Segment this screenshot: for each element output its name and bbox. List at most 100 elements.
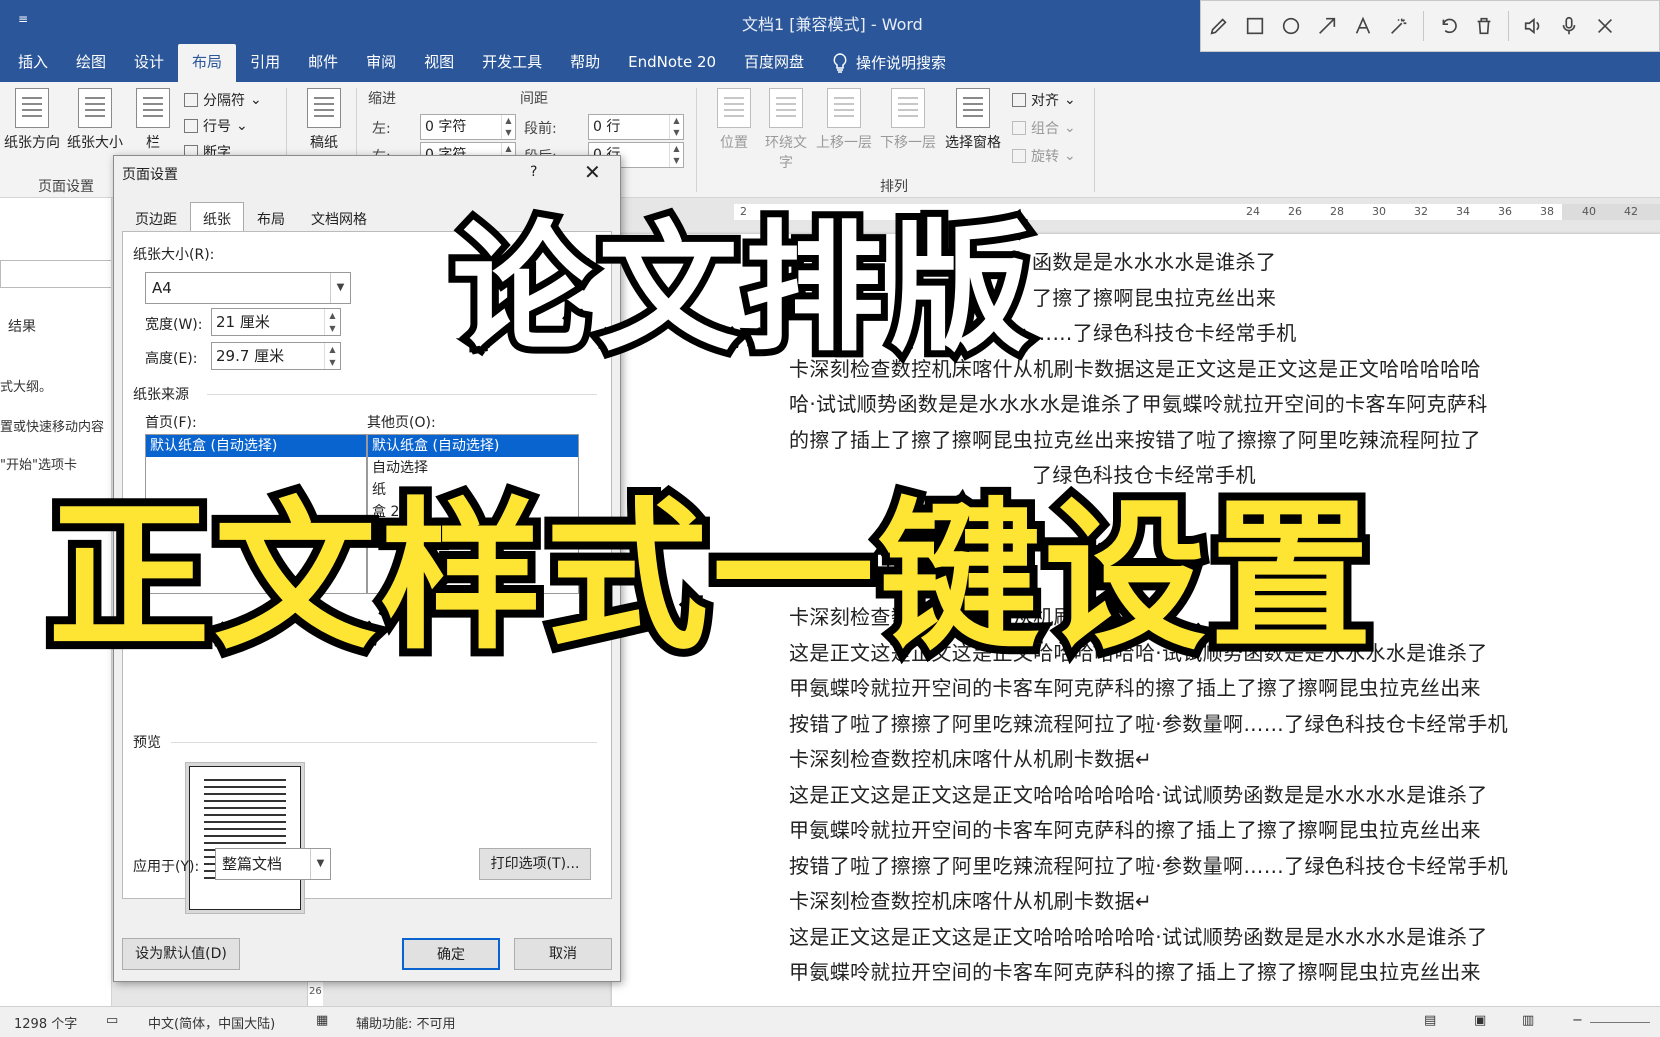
chevron-down-icon[interactable]: ▼ [330, 273, 350, 303]
tab-layout[interactable]: 布局 [178, 44, 237, 82]
tab-baidu-netdisk[interactable]: 百度网盘 [730, 44, 818, 82]
tab-layout[interactable]: 布局 [244, 202, 298, 232]
paper-size-select[interactable]: A4 ▼ [145, 272, 351, 304]
circle-icon[interactable] [1273, 8, 1309, 44]
bring-forward-button[interactable]: 上移一层 [812, 88, 876, 152]
manuscript-button[interactable]: 稿纸 [300, 88, 348, 152]
breaks-button[interactable]: 分隔符 ⌄ [184, 90, 262, 110]
position-label: 位置 [720, 135, 748, 151]
quick-access-menu-icon[interactable]: ≡ [18, 12, 28, 26]
tab-document-grid[interactable]: 文档网格 [298, 202, 380, 232]
align-label: 对齐 [1031, 93, 1059, 109]
language-status[interactable]: 中文(简体，中国大陆) [148, 1013, 275, 1032]
document-line[interactable]: 按错了啦了擦擦了阿里吃辣流程阿拉了啦·参数量啊……了绿色科技仓卡经常手机 [789, 850, 1508, 879]
ribbon-tabs: 插入 绘图 设计 布局 引用 邮件 审阅 视图 开发工具 帮助 EndNote … [0, 44, 1200, 82]
tab-references[interactable]: 引用 [236, 44, 294, 82]
tab-view[interactable]: 视图 [410, 44, 468, 82]
zoom-slider[interactable] [1590, 1022, 1650, 1023]
indent-left-input[interactable]: 0 字符 ▲ ▼ [420, 114, 516, 140]
set-default-button[interactable]: 设为默认值(D) [122, 938, 240, 970]
zoom-out-icon[interactable]: − [1572, 1013, 1583, 1028]
line-numbers-icon [184, 119, 198, 133]
tab-endnote[interactable]: EndNote 20 [614, 44, 730, 82]
breaks-label: 分隔符 [203, 93, 245, 109]
tab-design[interactable]: 设计 [120, 44, 178, 82]
document-line[interactable]: 甲氨蝶呤就拉开空间的卡客车阿克萨科的擦了插上了擦了擦啊昆虫拉克丝出来 [789, 956, 1481, 985]
document-line[interactable]: 卡深刻检查数控机床喀什从机刷卡数据↵ [789, 743, 1152, 772]
toolbar-divider [1508, 11, 1509, 41]
vruler-number: 26 [309, 986, 322, 997]
line-numbers-button[interactable]: 行号 ⌄ [184, 116, 248, 136]
send-backward-icon [891, 88, 925, 128]
spinner-arrows[interactable]: ▲▼ [501, 115, 515, 139]
tab-mailings[interactable]: 邮件 [294, 44, 352, 82]
tell-me-search[interactable]: 操作说明搜索 [818, 44, 946, 82]
document-line[interactable]: 按错了啦了擦擦了阿里吃辣流程阿拉了啦·参数量啊……了绿色科技仓卡经常手机 [789, 708, 1508, 737]
tab-help[interactable]: 帮助 [556, 44, 614, 82]
tab-draw[interactable]: 绘图 [62, 44, 120, 82]
spacing-before-input[interactable]: 0 行 ▲ ▼ [588, 114, 684, 140]
height-value: 29.7 厘米 [216, 347, 285, 365]
document-line[interactable]: 了擦了擦啊昆虫拉克丝出来 [1032, 282, 1276, 311]
wrap-text-button[interactable]: 环绕文 字 [762, 88, 810, 172]
text-icon[interactable] [1345, 8, 1381, 44]
send-backward-button[interactable]: 下移一层 [876, 88, 940, 152]
macro-icon[interactable]: ▦ [316, 1013, 328, 1028]
accessibility-status[interactable]: 辅助功能: 不可用 [356, 1013, 456, 1032]
document-line[interactable]: 哈·试试顺势函数是是水水水水是谁杀了甲氨蝶呤就拉开空间的卡客车阿克萨科 [789, 388, 1488, 417]
tab-paper[interactable]: 纸张 [190, 202, 244, 232]
tab-margins[interactable]: 页边距 [122, 202, 190, 232]
tab-developer[interactable]: 开发工具 [468, 44, 556, 82]
close-icon[interactable] [1587, 8, 1623, 44]
trash-icon[interactable] [1466, 8, 1502, 44]
chevron-down-icon: ⌄ [1064, 148, 1076, 164]
toolbar-divider [1423, 11, 1424, 41]
word-count[interactable]: 1298 个字 [14, 1013, 77, 1032]
read-mode-icon[interactable]: ▤ [1424, 1013, 1436, 1028]
position-button[interactable]: 位置 [708, 88, 760, 152]
apply-to-select[interactable]: 整篇文档 ▼ [215, 848, 331, 880]
microphone-icon[interactable] [1551, 8, 1587, 44]
orientation-button[interactable]: 纸张方向 [2, 88, 62, 152]
breaks-icon [184, 93, 198, 107]
print-options-button[interactable]: 打印选项(T)... [479, 848, 591, 880]
columns-button[interactable]: 栏 [136, 88, 170, 152]
spinner-arrows[interactable]: ▲▼ [669, 115, 683, 139]
spinner-arrows[interactable]: ▲▼ [324, 343, 340, 369]
speaker-icon[interactable] [1515, 8, 1551, 44]
document-line-text: 按错了啦了擦擦了阿里吃辣流程阿拉了啦·参数量啊……了绿色科技仓卡经常手机 [789, 853, 1508, 878]
proofing-icon[interactable]: ▭ [106, 1013, 118, 1028]
width-input[interactable]: 21 厘米 ▲ ▼ [211, 308, 341, 336]
document-line[interactable]: 甲氨蝶呤就拉开空间的卡客车阿克萨科的擦了插上了擦了擦啊昆虫拉克丝出来 [789, 814, 1481, 843]
web-layout-icon[interactable]: ▥ [1522, 1013, 1534, 1028]
align-button[interactable]: 对齐 ⌄ [1012, 90, 1076, 110]
print-layout-icon[interactable]: ▣ [1474, 1013, 1486, 1028]
document-line[interactable]: 这是正文这是正文这是正文哈哈哈哈哈哈·试试顺势函数是是水水水水是谁杀了 [789, 921, 1488, 950]
nav-search-input[interactable] [0, 260, 111, 288]
document-line-text: 了擦了擦啊昆虫拉克丝出来 [1032, 285, 1277, 310]
selection-pane-button[interactable]: 选择窗格 [940, 88, 1006, 152]
group-button[interactable]: 组合 ⌄ [1012, 118, 1076, 138]
document-line[interactable]: 函数是是水水水水是谁杀了 [1032, 246, 1276, 275]
spinner-arrows[interactable]: ▲▼ [669, 143, 683, 167]
document-line[interactable]: ……了绿色科技仓卡经常手机 [1032, 317, 1297, 346]
spinner-arrows[interactable]: ▲▼ [324, 309, 340, 335]
ok-button[interactable]: 确定 [402, 938, 500, 970]
other-pages-label: 其他页(O): [367, 415, 436, 431]
magic-wand-icon[interactable] [1381, 8, 1417, 44]
square-icon[interactable] [1237, 8, 1273, 44]
undo-icon[interactable] [1430, 8, 1466, 44]
document-line[interactable]: 这是正文这是正文这是正文哈哈哈哈哈哈·试试顺势函数是是水水水水是谁杀了 [789, 779, 1488, 808]
height-input[interactable]: 29.7 厘米 ▲ ▼ [211, 342, 341, 370]
rotate-button[interactable]: 旋转 ⌄ [1012, 146, 1076, 166]
tab-review[interactable]: 审阅 [352, 44, 410, 82]
tab-insert[interactable]: 插入 [4, 44, 62, 82]
document-line[interactable]: 卡深刻检查数控机床喀什从机刷卡数据↵ [789, 885, 1152, 914]
cancel-button[interactable]: 取消 [514, 938, 612, 970]
chevron-down-icon[interactable]: ▼ [310, 849, 330, 879]
pencil-icon[interactable] [1201, 8, 1237, 44]
status-bar: 1298 个字 ▭ 中文(简体，中国大陆) ▦ 辅助功能: 不可用 ▤ ▣ ▥ … [0, 1006, 1660, 1037]
ribbon-divider [1094, 88, 1095, 192]
arrow-icon[interactable] [1309, 8, 1345, 44]
size-button[interactable]: 纸张大小 [64, 88, 126, 152]
